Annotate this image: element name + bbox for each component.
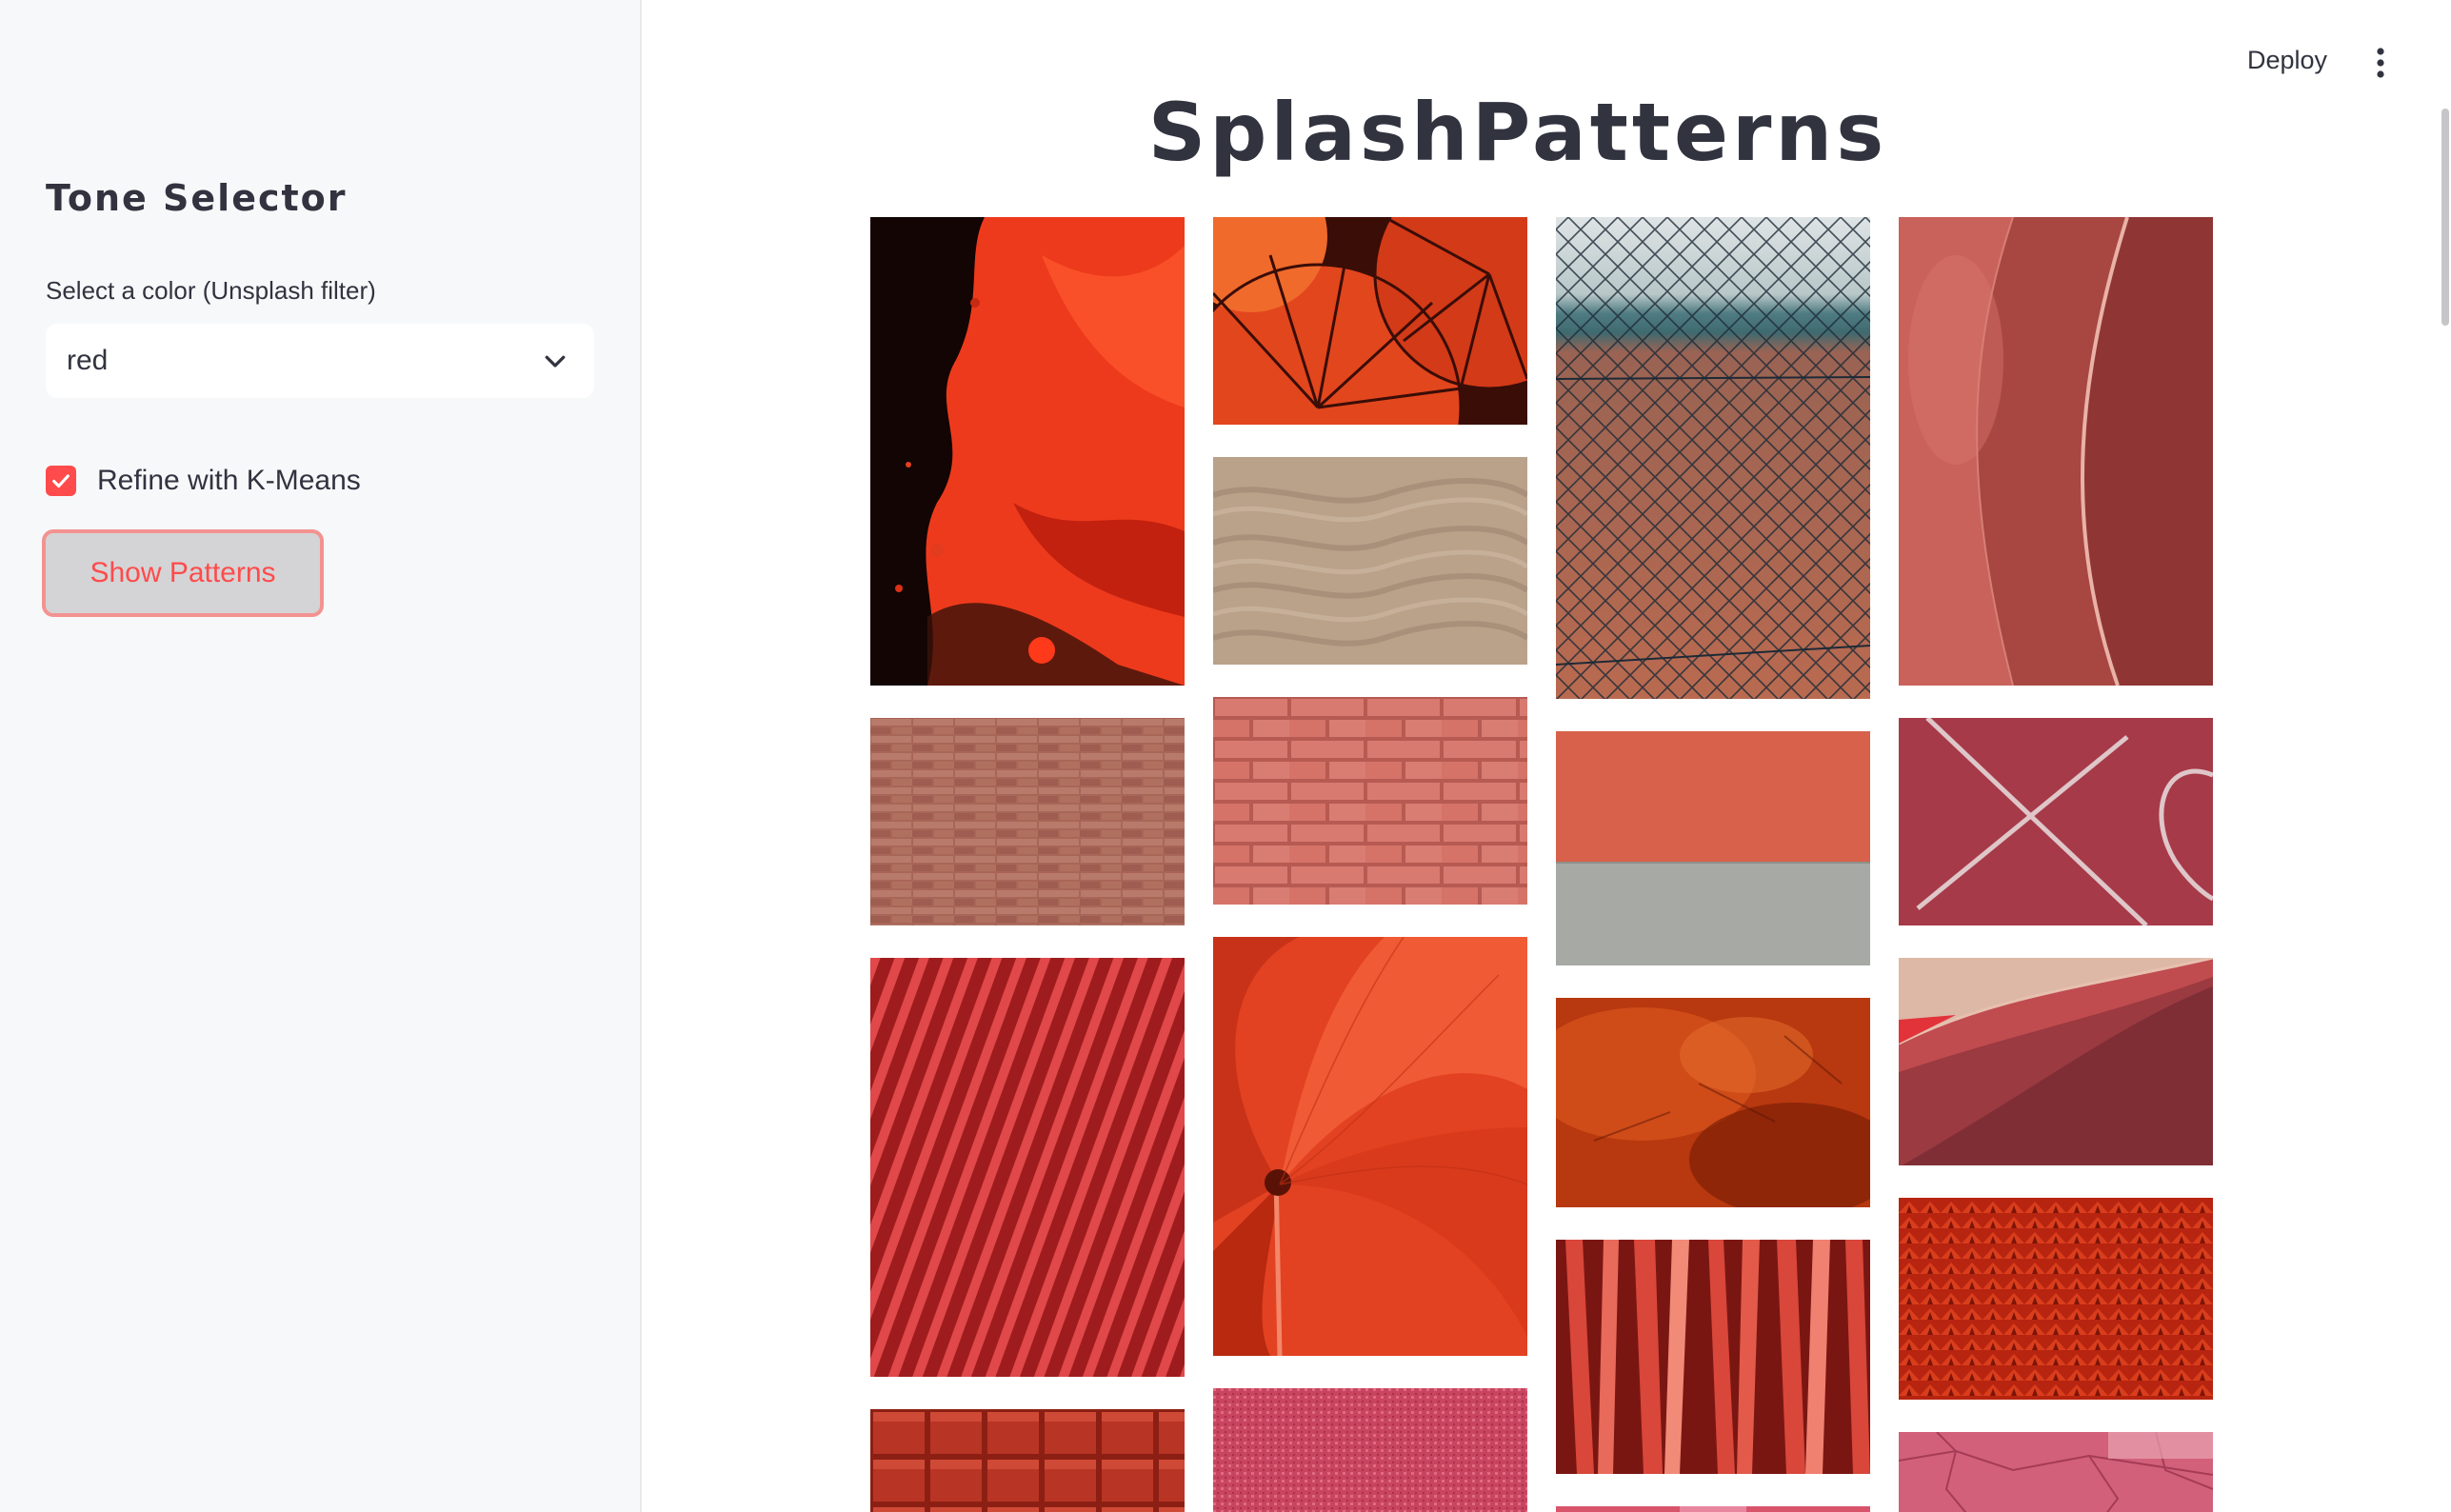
color-select[interactable]: red xyxy=(46,324,594,398)
pink-silk-fabric-image[interactable] xyxy=(1899,217,2213,686)
red-hibiscus-image[interactable] xyxy=(1213,937,1527,1356)
red-wood-blocks-image[interactable] xyxy=(870,1409,1185,1512)
kmeans-checkbox-label: Refine with K-Means xyxy=(97,465,361,496)
pink-panel-image[interactable] xyxy=(1556,1506,1870,1512)
brick-wall-image[interactable] xyxy=(870,718,1185,925)
sand-ripples-image[interactable] xyxy=(1213,457,1527,665)
red-diagonal-stripes-image[interactable] xyxy=(870,958,1185,1377)
color-select-value: red xyxy=(67,345,109,376)
show-patterns-button[interactable]: Show Patterns xyxy=(42,529,324,617)
main-scrollbar[interactable] xyxy=(2441,109,2449,326)
red-fluid-paint-image[interactable] xyxy=(870,217,1185,686)
deploy-button[interactable]: Deploy xyxy=(2240,42,2335,79)
pink-glitter-image[interactable] xyxy=(1213,1388,1527,1512)
red-sand-dune-image[interactable] xyxy=(1899,958,2213,1165)
chain-link-fence-image[interactable] xyxy=(1556,217,1870,699)
page-title: SplashPatterns xyxy=(1147,86,1888,179)
running-track-lines-image[interactable] xyxy=(1899,718,2213,925)
kmeans-checkbox-row[interactable]: Refine with K-Means xyxy=(46,465,361,497)
red-umbrellas-image[interactable] xyxy=(1213,217,1527,425)
red-grey-wall-image[interactable] xyxy=(1556,731,1870,965)
chevron-down-icon xyxy=(545,355,566,368)
app-root: Tone Selector Select a color (Unsplash f… xyxy=(0,0,2451,1512)
red-texture-closeup-image[interactable] xyxy=(1899,1198,2213,1400)
color-select-label: Select a color (Unsplash filter) xyxy=(46,276,376,305)
sidebar: Tone Selector Select a color (Unsplash f… xyxy=(0,0,642,1512)
checkmark-icon xyxy=(52,474,70,488)
vertical-ellipsis-icon[interactable] xyxy=(2361,42,2400,84)
kmeans-checkbox[interactable] xyxy=(46,466,76,496)
red-ribbons-image[interactable] xyxy=(1556,1240,1870,1474)
sidebar-title: Tone Selector xyxy=(46,177,348,219)
pink-brick-wall-image[interactable] xyxy=(1213,697,1527,905)
rust-abstract-image[interactable] xyxy=(1556,998,1870,1207)
cracked-pink-paint-image[interactable] xyxy=(1899,1432,2213,1512)
